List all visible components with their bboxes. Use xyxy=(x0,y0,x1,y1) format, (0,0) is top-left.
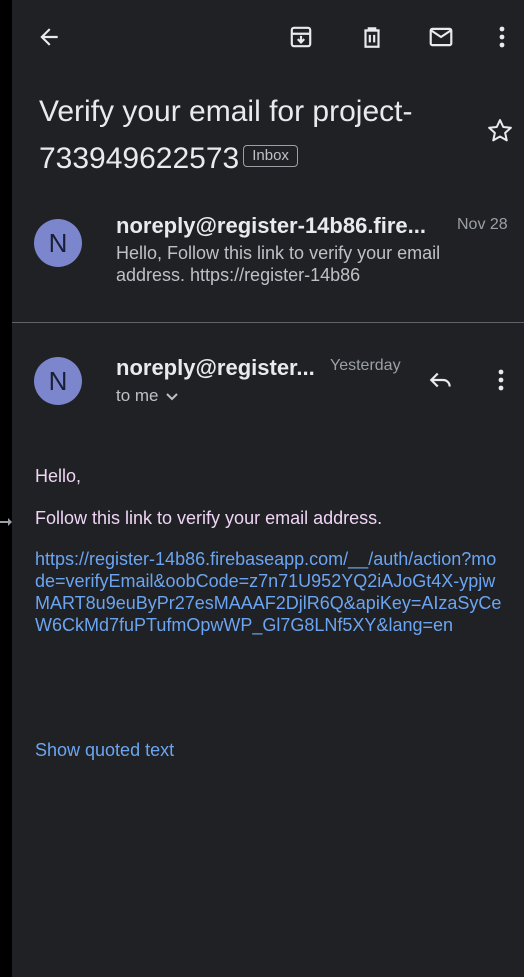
star-button[interactable] xyxy=(485,116,515,146)
edge-arrow-icon xyxy=(0,518,12,526)
chevron-down-icon xyxy=(165,393,178,401)
sender-name: noreply@register-14b86.fire... xyxy=(116,213,427,238)
message-snippet: Hello, Follow this link to verify your e… xyxy=(116,243,441,285)
email-subject: Verify your email for project-7339496225… xyxy=(39,88,459,182)
message-more-button[interactable] xyxy=(497,368,509,396)
message-date: Yesterday xyxy=(330,357,401,374)
email-screen: Verify your email for project-7339496225… xyxy=(12,0,524,977)
sender-name: noreply@register... xyxy=(116,355,315,380)
reply-icon xyxy=(429,372,451,388)
toolbar xyxy=(12,0,524,76)
recipient-details-toggle[interactable]: to me xyxy=(116,386,179,406)
message-date: Nov 28 xyxy=(457,216,508,233)
more-options-button[interactable] xyxy=(487,22,517,52)
delete-button[interactable] xyxy=(357,22,387,52)
reply-button[interactable] xyxy=(426,367,458,395)
sender-avatar[interactable]: N xyxy=(34,357,82,405)
trash-icon xyxy=(364,27,380,48)
divider xyxy=(12,322,524,323)
star-icon xyxy=(488,119,512,142)
verify-link[interactable]: https://register-14b86.firebaseapp.com/_… xyxy=(35,548,505,636)
body-greeting: Hello, xyxy=(35,466,82,486)
back-button[interactable] xyxy=(34,22,64,52)
subject-text: Verify your email for project-7339496225… xyxy=(39,95,413,175)
recipient-label: to me xyxy=(116,386,159,405)
more-vert-icon xyxy=(499,26,505,48)
show-quoted-text-link[interactable]: Show quoted text xyxy=(35,740,174,761)
sender-avatar[interactable]: N xyxy=(34,219,82,267)
arrow-left-icon xyxy=(40,28,58,46)
archive-icon xyxy=(290,26,312,48)
mark-unread-button[interactable] xyxy=(426,22,456,52)
mail-icon xyxy=(429,27,453,47)
archive-button[interactable] xyxy=(286,22,316,52)
more-vert-icon xyxy=(498,369,504,391)
body-line: Follow this link to verify your email ad… xyxy=(35,508,383,528)
inbox-label-chip[interactable]: Inbox xyxy=(243,145,298,168)
